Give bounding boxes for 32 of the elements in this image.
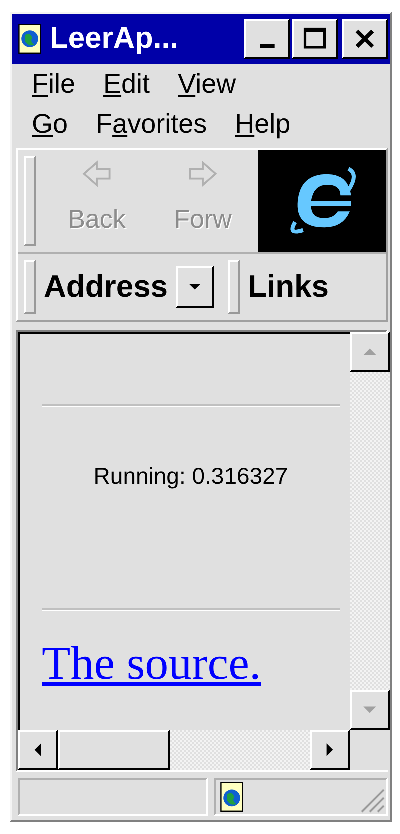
page-globe-icon <box>220 781 244 813</box>
horizontal-scrollbar[interactable] <box>18 730 350 770</box>
links-label[interactable]: Links <box>248 269 330 305</box>
toolbar-grip[interactable] <box>24 260 36 314</box>
window-title: LeerAp... <box>50 22 180 56</box>
menu-item[interactable]: Edit <box>104 68 150 100</box>
down-arrow-icon <box>362 705 378 715</box>
left-arrow-icon <box>81 158 113 190</box>
scroll-right-button[interactable] <box>310 730 350 770</box>
menu-item[interactable]: File <box>32 68 76 100</box>
right-arrow-icon <box>187 158 219 190</box>
scroll-thumb[interactable] <box>58 730 170 770</box>
up-arrow-icon <box>362 347 378 357</box>
menu-item[interactable]: View <box>178 68 236 100</box>
menu-item[interactable]: Help <box>235 108 291 140</box>
close-button[interactable] <box>342 19 388 59</box>
menu-item[interactable]: Favorites <box>96 108 208 140</box>
toolbar-grip[interactable] <box>228 260 240 314</box>
page-globe-icon <box>18 23 42 55</box>
left-arrow-icon <box>33 742 43 758</box>
right-arrow-icon <box>325 742 335 758</box>
minimize-button[interactable] <box>244 19 290 59</box>
toolbar-grip[interactable] <box>24 156 36 246</box>
dropdown-arrow-icon <box>188 282 202 292</box>
source-link[interactable]: The source. <box>42 637 262 691</box>
minimize-icon <box>260 44 274 48</box>
maximize-button[interactable] <box>292 19 338 59</box>
scroll-left-button[interactable] <box>18 730 58 770</box>
address-dropdown-button[interactable] <box>176 266 214 308</box>
menu-item[interactable]: Go <box>32 108 68 140</box>
status-text: Running: 0.316327 <box>92 463 290 490</box>
address-label: Address <box>44 269 168 305</box>
